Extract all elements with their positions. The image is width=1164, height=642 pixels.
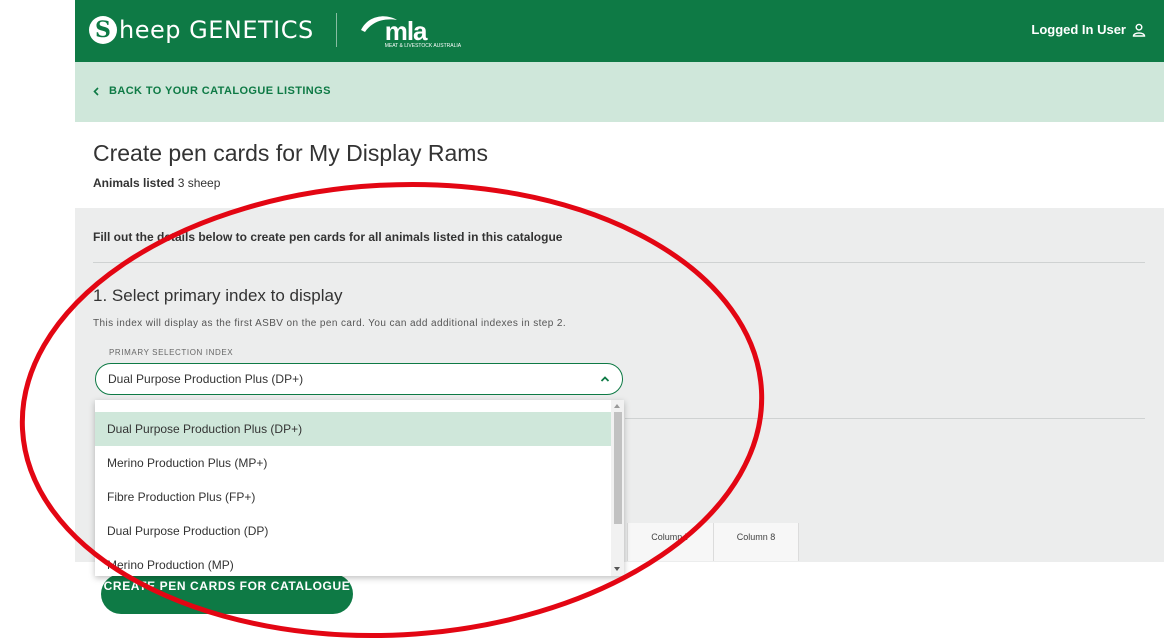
left-gutter [0,0,75,642]
top-bar: S heep GENETICS mla MEAT & LIVESTOCK AUS… [75,0,1164,62]
animals-listed: Animals listed 3 sheep [93,176,220,190]
scroll-up-arrow-icon[interactable] [614,404,620,408]
dropdown-option[interactable]: Merino Production Plus (MP+) [95,446,611,480]
user-icon [1132,23,1146,37]
brand-name: heep GENETICS [119,16,314,44]
column-header[interactable]: Column 8 [713,523,799,561]
chevron-up-icon [600,376,610,382]
dropdown-scrollbar[interactable] [611,400,624,576]
primary-index-select[interactable]: Dual Purpose Production Plus (DP+) [95,363,623,395]
back-link-label: BACK TO YOUR CATALOGUE LISTINGS [109,85,331,97]
page-title: Create pen cards for My Display Rams [93,140,488,166]
brand-letter: S [95,17,111,43]
page: S heep GENETICS mla MEAT & LIVESTOCK AUS… [75,0,1164,642]
chevron-left-icon [93,86,99,96]
primary-index-value: Dual Purpose Production Plus (DP+) [108,372,304,386]
form-intro: Fill out the details below to create pen… [93,230,563,244]
scrollbar-thumb[interactable] [614,412,622,524]
user-menu[interactable]: Logged In User [1031,22,1146,37]
option-label: Merino Production Plus (MP+) [107,456,268,470]
step1-title: 1. Select primary index to display [93,286,343,305]
option-label: Merino Production (MP) [107,558,234,572]
dropdown-option[interactable]: Dual Purpose Production (DP) [95,514,611,548]
column-header[interactable]: Column 7 [627,523,713,561]
column-headers: Column 7 Column 8 [627,523,799,561]
animals-listed-value: 3 sheep [177,176,221,190]
option-label: Dual Purpose Production (DP) [107,524,269,538]
dropdown-options: Dual Purpose Production Plus (DP+) Merin… [95,412,611,576]
sheep-logo-icon: S [89,16,117,44]
create-pen-cards-button[interactable]: CREATE PEN CARDS FOR CATALOGUE [101,574,353,614]
logo-divider [335,13,337,47]
primary-index-dropdown: Dual Purpose Production Plus (DP+) Merin… [95,400,624,576]
scroll-down-arrow-icon[interactable] [614,567,620,571]
back-to-listings-link[interactable]: BACK TO YOUR CATALOGUE LISTINGS [93,85,331,97]
primary-index-label: PRIMARY SELECTION INDEX [109,348,234,357]
mla-logo-subtext: MEAT & LIVESTOCK AUSTRALIA [384,43,462,49]
step1-description: This index will display as the first ASB… [93,318,567,329]
dropdown-option[interactable]: Fibre Production Plus (FP+) [95,480,611,514]
dropdown-option[interactable]: Merino Production (MP) [95,548,611,576]
animals-listed-label: Animals listed [93,176,175,190]
sub-nav-bar: BACK TO YOUR CATALOGUE LISTINGS [75,62,1164,122]
dropdown-option[interactable]: Dual Purpose Production Plus (DP+) [95,412,611,446]
mla-logo: mla MEAT & LIVESTOCK AUSTRALIA [359,12,461,49]
divider [93,262,1145,263]
option-label: Fibre Production Plus (FP+) [107,490,256,504]
option-label: Dual Purpose Production Plus (DP+) [107,422,303,436]
brand-logo[interactable]: S heep GENETICS mla MEAT & LIVESTOCK AUS… [89,12,461,49]
user-label: Logged In User [1031,22,1126,37]
divider [625,418,1145,419]
